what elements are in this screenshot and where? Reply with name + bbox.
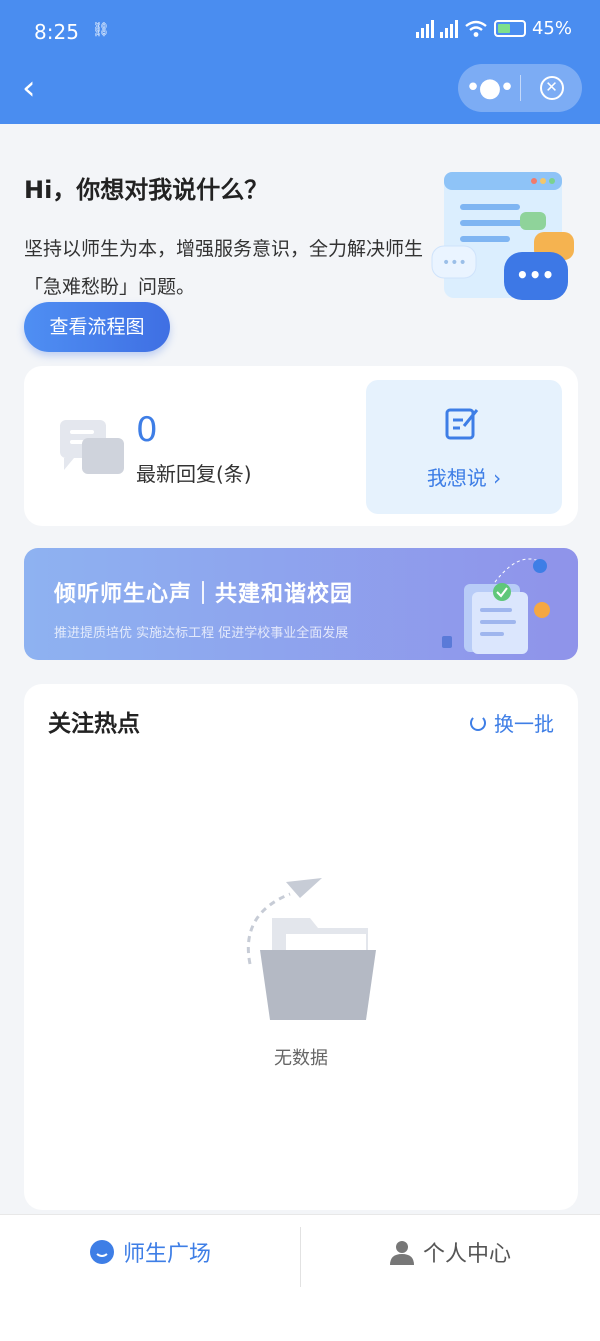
close-button[interactable]: ✕ [521,76,582,100]
hot-topics-title: 关注热点 [48,711,140,737]
view-flowchart-button[interactable]: 查看流程图 [24,302,170,352]
back-icon[interactable]: ‹ [22,71,50,105]
reply-count: 0 [136,410,158,450]
campus-banner[interactable]: 倾听师生心声｜共建和谐校园 推进提质培优 实施达标工程 促进学校事业全面发展 [24,548,578,660]
battery-level: 45% [531,18,572,39]
checklist-illustration-icon [442,558,550,654]
refresh-batch-button[interactable]: 换一批 [470,708,554,737]
chat-illustration-icon: ••• ••• [431,172,574,300]
status-indicators: 45% [415,18,572,39]
empty-folder-icon [246,878,376,1020]
hero-description: 坚持以师生为本，增强服务意识，全力解决师生「急难愁盼」问题。 [24,238,424,298]
edit-note-icon [445,408,479,440]
person-icon [389,1241,414,1265]
close-icon: ✕ [539,76,564,100]
bottom-tab-bar: 师生广场 个人中心 [0,1214,600,1341]
tab-square[interactable]: 师生广场 [0,1215,300,1289]
chat-bubble-icon [89,1240,114,1264]
tab-square-label: 师生广场 [122,1242,211,1267]
reply-count-label: 最新回复(条) [136,462,252,486]
svg-text:•••: ••• [516,263,554,287]
app-header: 8:25 ⛓ 45% ‹ •●• ✕ [0,0,600,124]
tab-personal-center-label: 个人中心 [422,1242,511,1267]
reply-stats-card: 0 最新回复(条) 我想说 › [24,366,578,526]
refresh-icon [470,714,486,731]
status-time: 8:25 [34,20,79,44]
svg-text:•••: ••• [442,255,467,271]
status-bar: 8:25 ⛓ 45% [0,0,600,62]
messages-icon [60,420,124,474]
i-want-to-say-button[interactable]: 我想说 › [366,380,562,514]
empty-state-text: 无数据 [274,1048,328,1069]
banner-subtitle: 推进提质培优 实施达标工程 促进学校事业全面发展 [54,626,349,641]
nav-bar: ‹ •●• ✕ [0,62,600,124]
hero-title: Hi，你想对我说什么？ [24,176,269,204]
refresh-batch-label: 换一批 [494,712,554,736]
battery-icon [493,20,526,37]
i-want-to-say-label: 我想说 › [426,466,502,490]
mini-program-capsule: •●• ✕ [458,64,582,112]
banner-title: 倾听师生心声｜共建和谐校园 [54,582,354,607]
hot-topics-card: 关注热点 换一批 无数据 [24,684,578,1210]
more-icon[interactable]: •●• [458,75,520,101]
link-icon: ⛓ [92,22,110,38]
tab-personal-center[interactable]: 个人中心 [300,1215,600,1289]
signal-icon-2 [439,19,458,38]
signal-icon [415,19,434,38]
wifi-icon [465,20,487,37]
